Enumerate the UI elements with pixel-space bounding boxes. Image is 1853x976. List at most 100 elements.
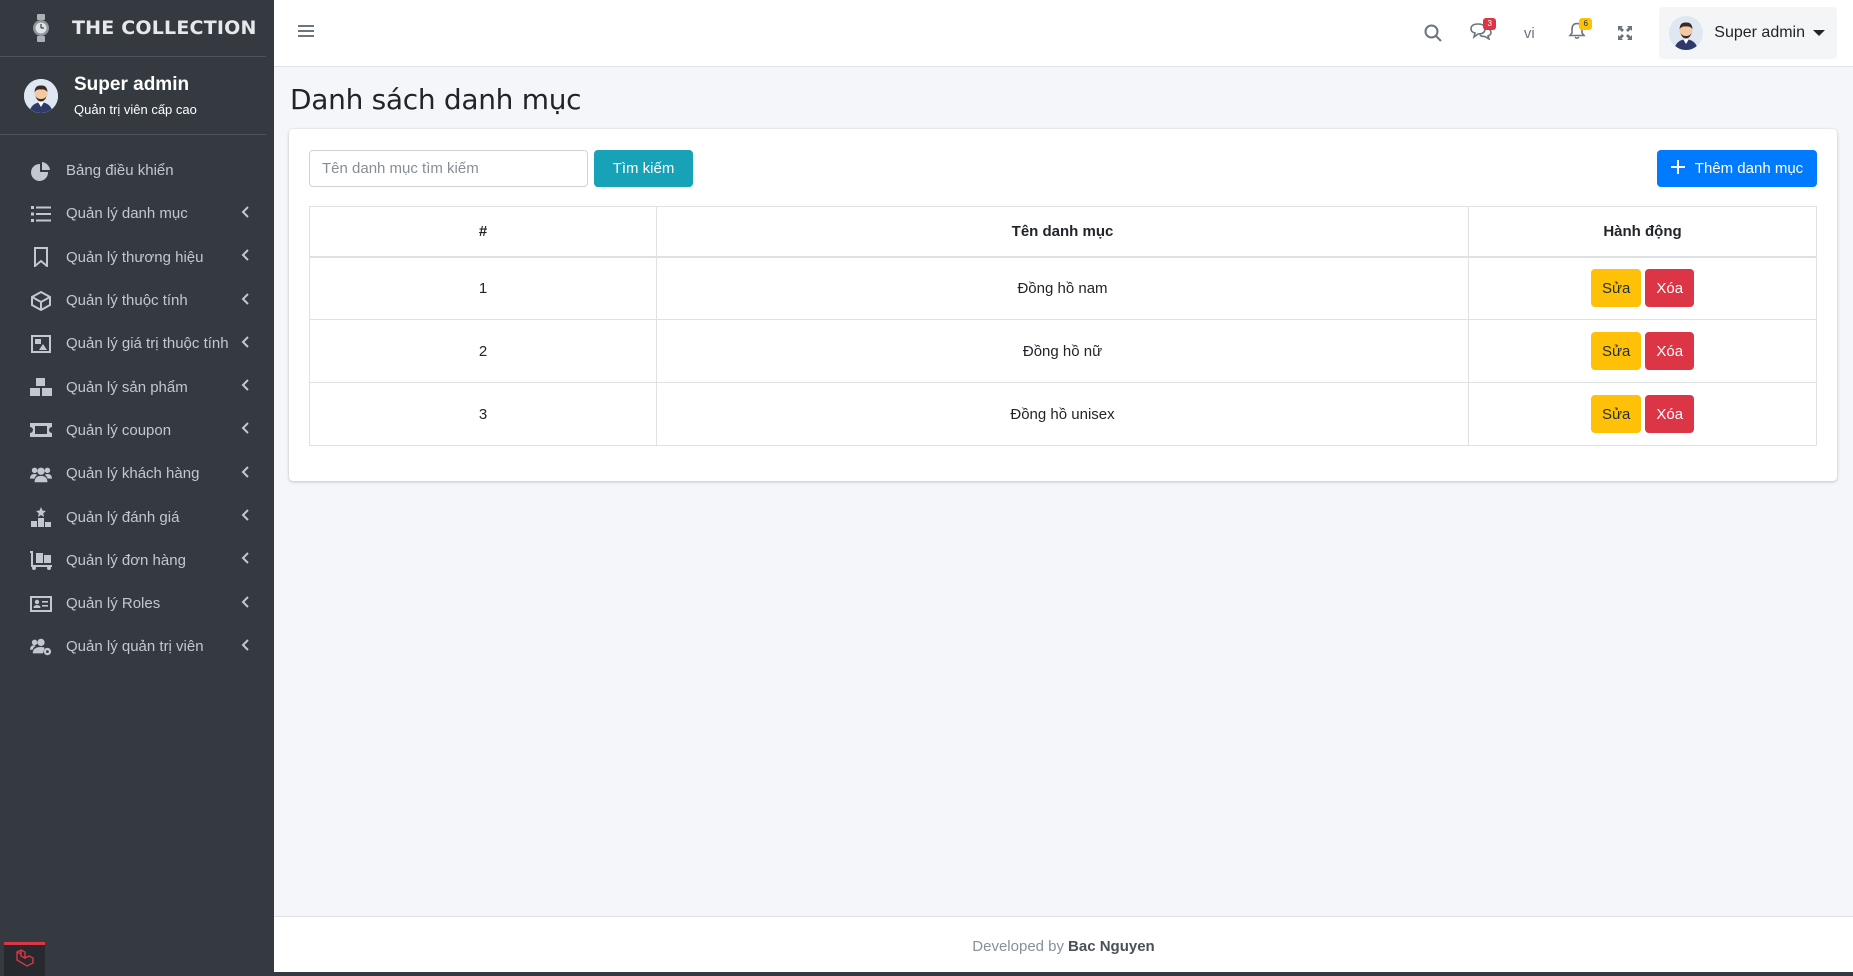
id-card-icon <box>30 593 52 615</box>
dolly-icon <box>30 549 52 571</box>
row-index: 1 <box>309 256 657 320</box>
user-name: Super admin <box>74 74 190 95</box>
chevron-left-icon <box>240 378 250 396</box>
row-name: Đồng hồ nam <box>656 256 1469 320</box>
chevron-left-icon <box>240 465 250 483</box>
chevron-left-icon <box>240 205 250 223</box>
avatar <box>1669 16 1704 50</box>
users-cog-icon <box>30 636 52 658</box>
photo-video-icon <box>30 333 52 355</box>
chart-pie-icon <box>30 160 52 182</box>
sidebar-item-attributes[interactable]: Quản lý thuộc tính <box>0 279 274 322</box>
footer-prefix: Developed by <box>972 938 1065 955</box>
row-index: 3 <box>309 382 657 446</box>
sidebar-item-coupons[interactable]: Quản lý coupon <box>0 409 274 452</box>
chevron-left-icon <box>240 638 250 656</box>
search-button[interactable]: Tìm kiếm <box>594 150 693 187</box>
sidebar-item-label: Quản lý đánh giá <box>66 508 180 526</box>
edit-button[interactable]: Sửa <box>1590 269 1642 308</box>
top-navbar: 3 vi 6 Super admin <box>274 0 1853 67</box>
sidebar-item-roles[interactable]: Quản lý Roles <box>0 582 274 625</box>
category-card: Tìm kiếm Thêm danh mục # Tên danh mục Hà… <box>289 129 1837 481</box>
delete-button[interactable]: Xóa <box>1645 269 1695 308</box>
messages-badge: 3 <box>1483 18 1497 30</box>
fullscreen-icon[interactable] <box>1601 9 1649 57</box>
row-actions: Sửa Xóa <box>1468 256 1817 320</box>
add-category-label: Thêm danh mục <box>1694 160 1804 177</box>
notifications-button[interactable]: 6 <box>1553 9 1601 57</box>
caret-down-icon <box>1813 30 1825 36</box>
window-bottom-edge <box>274 972 1853 976</box>
sidebar-item-label: Quản lý thuộc tính <box>66 292 188 310</box>
search-icon[interactable] <box>1409 9 1457 57</box>
notifications-badge: 6 <box>1579 18 1593 30</box>
sidebar-item-label: Quản lý khách hàng <box>66 465 200 483</box>
row-actions: Sửa Xóa <box>1468 382 1817 446</box>
table-header-row: # Tên danh mục Hành động <box>309 206 1817 258</box>
chevron-left-icon <box>240 292 250 310</box>
laravel-icon <box>15 949 35 972</box>
sidebar-item-orders[interactable]: Quản lý đơn hàng <box>0 539 274 582</box>
column-header-actions: Hành động <box>1468 206 1817 258</box>
star-chart-icon <box>30 506 52 528</box>
sidebar: THE COLLECTION Super admin Quản trị viên… <box>0 0 274 976</box>
chevron-left-icon <box>240 421 250 439</box>
edit-button[interactable]: Sửa <box>1590 332 1642 370</box>
sidebar-item-categories[interactable]: Quản lý danh mục <box>0 192 274 235</box>
sidebar-item-label: Quản lý danh mục <box>66 205 188 223</box>
category-table: # Tên danh mục Hành động 1 Đồng hồ nam S… <box>309 206 1817 446</box>
footer-author: Bac Nguyen <box>1068 938 1155 955</box>
sidebar-item-products[interactable]: Quản lý sản phẩm <box>0 365 274 408</box>
user-panel[interactable]: Super admin Quản trị viên cấp cao <box>0 57 266 135</box>
table-row: 1 Đồng hồ nam Sửa Xóa <box>309 256 1817 320</box>
table-row: 2 Đồng hồ nữ Sửa Xóa <box>309 319 1817 383</box>
ticket-icon <box>30 419 52 441</box>
boxes-icon <box>30 376 52 398</box>
users-icon <box>30 463 52 485</box>
page-title: Danh sách danh mục <box>290 83 582 116</box>
delete-button[interactable]: Xóa <box>1645 332 1695 370</box>
chevron-left-icon <box>240 248 250 266</box>
debugbar-toggle[interactable] <box>4 942 45 976</box>
sidebar-item-dashboard[interactable]: Bảng điều khiển <box>0 149 274 192</box>
plus-icon <box>1670 159 1695 178</box>
column-header-index: # <box>309 206 657 258</box>
chevron-left-icon <box>240 335 250 353</box>
sidebar-item-label: Quản lý giá trị thuộc tính <box>66 335 229 353</box>
chevron-left-icon <box>240 551 250 569</box>
language-switch[interactable]: vi <box>1505 9 1553 57</box>
sidebar-item-label: Quản lý Roles <box>66 595 161 613</box>
user-menu-name: Super admin <box>1714 24 1805 41</box>
search-input[interactable] <box>309 150 588 187</box>
sidebar-item-label: Quản lý sản phẩm <box>66 378 188 396</box>
footer: Developed by Bac Nguyen <box>274 916 1853 976</box>
user-menu[interactable]: Super admin <box>1659 7 1837 59</box>
cube-icon <box>30 290 52 312</box>
edit-button[interactable]: Sửa <box>1590 395 1642 433</box>
sidebar-item-customers[interactable]: Quản lý khách hàng <box>0 452 274 495</box>
sidebar-nav: Bảng điều khiển Quản lý danh mục Quản lý… <box>0 135 274 669</box>
sidebar-item-admins[interactable]: Quản lý quản trị viên <box>0 625 274 668</box>
main-content: Danh sách danh mục Tìm kiếm Thêm danh mụ… <box>274 67 1853 916</box>
row-name: Đồng hồ nữ <box>656 319 1469 383</box>
sidebar-item-brands[interactable]: Quản lý thương hiệu <box>0 236 274 279</box>
sidebar-item-attribute-values[interactable]: Quản lý giá trị thuộc tính <box>0 322 274 365</box>
chevron-left-icon <box>240 595 250 613</box>
brand-name: THE COLLECTION <box>72 17 257 39</box>
sidebar-item-label: Quản lý coupon <box>66 421 172 439</box>
bookmark-icon <box>30 246 52 268</box>
row-name: Đồng hồ unisex <box>656 382 1469 446</box>
avatar <box>24 78 58 113</box>
brand-link[interactable]: THE COLLECTION <box>0 0 266 57</box>
menu-toggle-icon[interactable] <box>298 24 314 43</box>
sidebar-item-reviews[interactable]: Quản lý đánh giá <box>0 495 274 538</box>
sidebar-item-label: Bảng điều khiển <box>66 162 174 180</box>
column-header-name: Tên danh mục <box>656 206 1469 258</box>
sidebar-item-label: Quản lý thương hiệu <box>66 248 204 266</box>
add-category-button[interactable]: Thêm danh mục <box>1657 150 1817 187</box>
watch-icon <box>30 13 52 43</box>
delete-button[interactable]: Xóa <box>1645 395 1695 433</box>
sidebar-item-label: Quản lý đơn hàng <box>66 551 186 569</box>
row-actions: Sửa Xóa <box>1468 319 1817 383</box>
messages-button[interactable]: 3 <box>1457 9 1505 57</box>
